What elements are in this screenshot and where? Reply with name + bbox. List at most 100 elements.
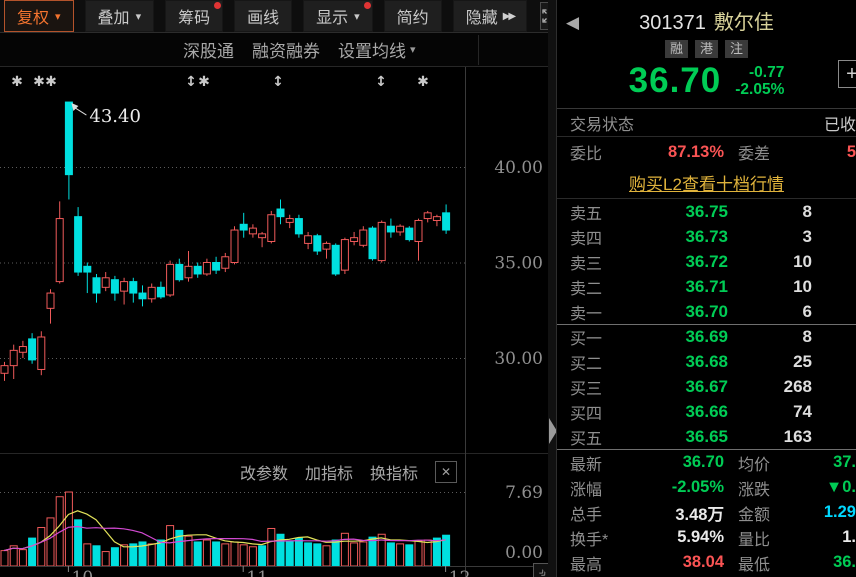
level-price: 36.69 <box>628 327 728 347</box>
candle-body <box>157 287 164 297</box>
stock-badges: 融 港 注 <box>557 40 856 58</box>
stat-value: 5.94% <box>628 528 724 547</box>
quote-stats: 最新 36.70 均价 37. 涨幅 -2.05% 涨跌 ▼0. 总手 3.48… <box>557 449 856 575</box>
candle-body <box>185 266 192 277</box>
stat-label: 涨跌 <box>724 476 796 500</box>
volume-bar <box>369 537 376 566</box>
stat-value: 36.70 <box>628 453 724 472</box>
candle-body <box>121 282 128 292</box>
hide-button[interactable]: 隐藏 ▶▶ <box>453 0 527 32</box>
volume-bar <box>84 544 91 566</box>
order-book: 卖五 36.75 8 卖四 36.73 3 卖三 36.72 10 卖二 36.… <box>557 199 856 449</box>
volume-bar <box>415 541 422 566</box>
candle-body <box>332 245 339 274</box>
chips-button[interactable]: 筹码 <box>165 0 223 32</box>
volume-bar <box>295 538 302 566</box>
badge-registered: 注 <box>725 40 748 58</box>
level-price: 36.70 <box>628 302 728 322</box>
stat-value: 37. <box>796 453 856 472</box>
stat-value: 36. <box>796 553 856 572</box>
stat-value: 1.29 <box>796 503 856 522</box>
last-price: 36.70 <box>629 61 722 101</box>
y-axis-label: 7.69 <box>505 483 543 503</box>
candle-body <box>406 228 413 239</box>
event-marker-icon[interactable]: ↕ <box>185 74 197 90</box>
display-button[interactable]: 显示 ▾ <box>303 0 373 32</box>
kline-chart[interactable]: 40.0035.0030.007.690.0010111243.40✱✱✱↕✱↕… <box>0 0 556 577</box>
event-marker-icon[interactable]: ✱ <box>45 74 57 90</box>
volume-bar <box>240 545 247 566</box>
close-indicator-button[interactable]: ✕ <box>435 461 457 483</box>
red-dot-icon <box>364 2 371 9</box>
candle-body <box>194 266 201 274</box>
buy-5-row[interactable]: 买五 36.65 163 <box>557 424 856 449</box>
pane-divider <box>548 0 556 577</box>
candle-body <box>38 337 45 369</box>
level-qty: 10 <box>728 252 812 272</box>
back-arrow-icon[interactable]: ◀ <box>566 13 579 33</box>
plus-icon: + <box>846 63 856 86</box>
candle-body <box>360 230 367 245</box>
sell-3-row[interactable]: 卖三 36.72 10 <box>557 249 856 274</box>
event-marker-icon[interactable]: ↕ <box>272 74 284 90</box>
buy-1-row[interactable]: 买一 36.69 8 <box>557 324 856 349</box>
weicha-value: 5 <box>796 143 856 162</box>
chart-subtoolbar: 深股通 融资融券 设置均线 ▾ <box>0 33 556 67</box>
event-marker-icon[interactable]: ✱ <box>417 74 429 90</box>
volume-bar <box>286 541 293 566</box>
overlay-button[interactable]: 叠加 ▾ <box>85 0 155 32</box>
switch-indicator-button[interactable]: 换指标 <box>370 460 418 484</box>
weibi-value: 87.13% <box>628 143 724 162</box>
ma-settings-dropdown[interactable]: 设置均线 ▾ <box>338 37 416 62</box>
volume-bar <box>29 538 36 566</box>
stat-value: 38.04 <box>628 553 724 572</box>
annotation-arrow-line <box>75 108 86 115</box>
volume-bar <box>111 548 118 566</box>
event-marker-icon[interactable]: ✱ <box>33 74 45 90</box>
buy-3-row[interactable]: 买三 36.67 268 <box>557 374 856 399</box>
sz-connect-tab[interactable]: 深股通 <box>183 37 234 62</box>
price-line: 36.70 -0.77 -2.05% <box>557 61 856 101</box>
change-params-button[interactable]: 改参数 <box>240 460 288 484</box>
button-label: 画线 <box>247 4 279 28</box>
volume-bar <box>93 546 100 566</box>
event-marker-icon[interactable]: ↕ <box>375 74 387 90</box>
event-marker-icon[interactable]: ✱ <box>198 74 210 90</box>
candle-body <box>433 217 440 221</box>
volume-bar <box>231 542 238 566</box>
event-marker-icon[interactable]: ✱ <box>11 74 23 90</box>
l2-promo-row: 购买L2查看十档行情 <box>557 167 856 199</box>
buy-4-row[interactable]: 买四 36.66 74 <box>557 399 856 424</box>
stat-value: ▼0. <box>796 478 856 497</box>
buy-l2-link[interactable]: 购买L2查看十档行情 <box>629 170 784 195</box>
volume-bar <box>424 540 431 566</box>
buy-2-row[interactable]: 买二 36.68 25 <box>557 349 856 374</box>
margin-trading-tab[interactable]: 融资融券 <box>252 37 320 62</box>
candle-body <box>19 347 26 353</box>
restoration-button[interactable]: 复权 ▾ <box>4 0 74 32</box>
candle-body <box>176 264 183 279</box>
add-indicator-button[interactable]: 加指标 <box>305 460 353 484</box>
y-axis-label: 35.00 <box>494 254 543 274</box>
candle-body <box>65 102 72 175</box>
level-label: 买二 <box>570 350 628 374</box>
sell-5-row[interactable]: 卖五 36.75 8 <box>557 199 856 224</box>
volume-bar <box>406 545 413 566</box>
level-qty: 74 <box>728 402 812 422</box>
stat-value: -2.05% <box>628 478 724 497</box>
candle-body <box>286 219 293 223</box>
stat-label: 换手* <box>570 526 628 550</box>
level-price: 36.67 <box>628 377 728 397</box>
stat-label: 最高 <box>570 551 628 575</box>
add-to-watchlist-button[interactable]: + <box>838 60 856 88</box>
volume-bar <box>268 528 275 566</box>
sell-2-row[interactable]: 卖二 36.71 10 <box>557 274 856 299</box>
draw-line-button[interactable]: 画线 <box>234 0 292 32</box>
sell-1-row[interactable]: 卖一 36.70 6 <box>557 299 856 324</box>
candle-body <box>102 278 109 288</box>
sell-4-row[interactable]: 卖四 36.73 3 <box>557 224 856 249</box>
simple-mode-button[interactable]: 简约 <box>384 0 442 32</box>
candle-body <box>424 213 431 219</box>
stat-label: 量比 <box>724 526 796 550</box>
trade-status-row: 交易状态 已收 <box>557 108 856 137</box>
